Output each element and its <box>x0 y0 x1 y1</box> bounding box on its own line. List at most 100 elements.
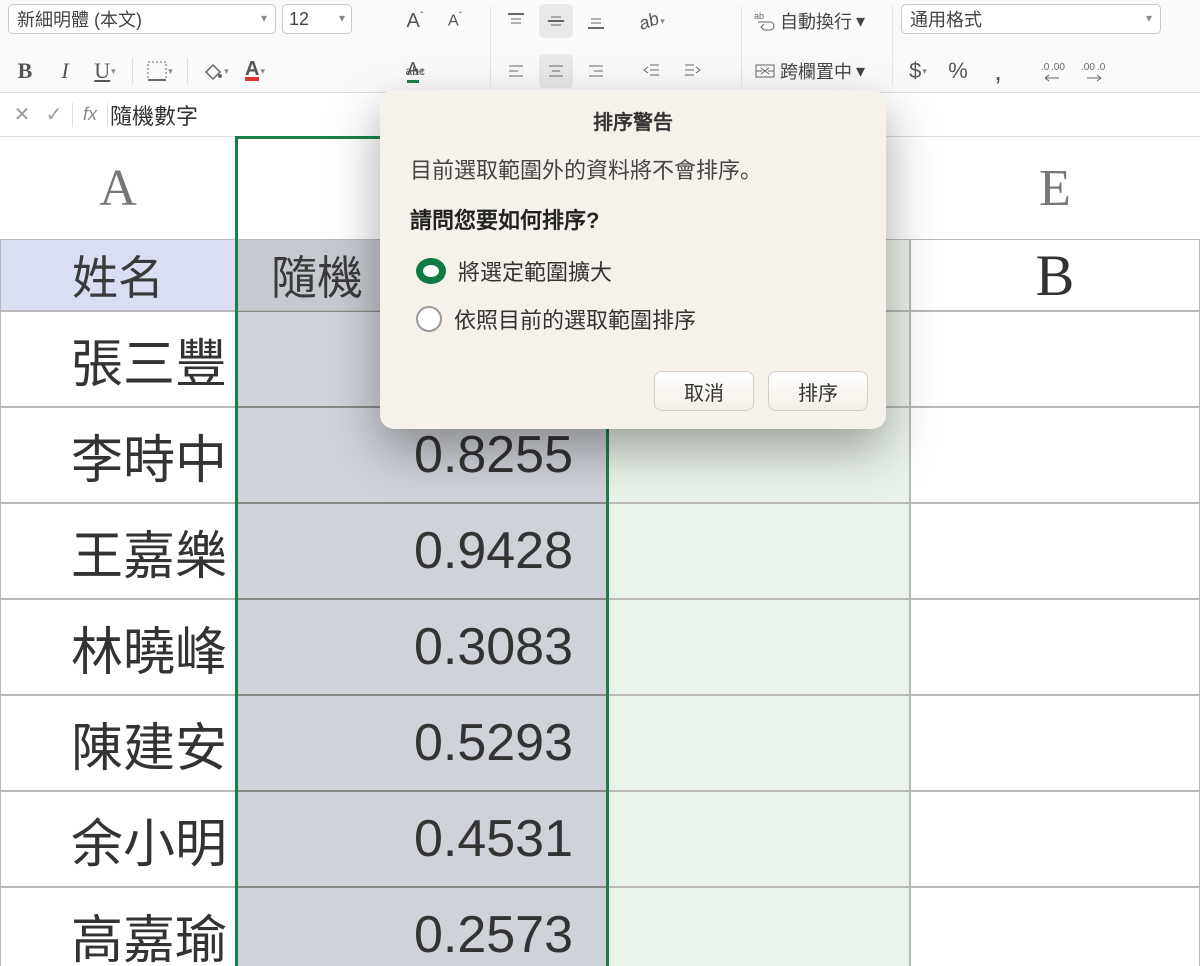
chevron-down-icon: ▾ <box>253 11 267 25</box>
accept-formula-button[interactable]: ✓ <box>38 102 70 127</box>
number-format-select[interactable]: 通用格式 ▾ <box>901 4 1161 34</box>
radio-expand-selection[interactable]: 將選定範圍擴大 <box>410 255 856 287</box>
align-left-button[interactable] <box>499 54 533 88</box>
chevron-down-icon: ▾ <box>331 11 345 25</box>
decrease-decimal-button[interactable]: .00.0 <box>1077 54 1111 88</box>
align-center-icon <box>546 61 566 81</box>
align-bottom-icon <box>586 11 606 31</box>
chevron-down-icon: ▾ <box>1138 11 1152 25</box>
currency-button[interactable]: $▾ <box>901 54 935 88</box>
cell-E6[interactable] <box>910 695 1200 791</box>
radio-current-selection[interactable]: 依照目前的選取範圍排序 <box>410 303 856 335</box>
increase-indent-button[interactable] <box>675 54 709 88</box>
align-left-icon <box>506 61 526 81</box>
cell-A4[interactable]: 王嘉樂 <box>0 503 236 599</box>
fx-icon[interactable]: fx <box>83 104 97 125</box>
wrap-text-icon: ab <box>754 10 776 32</box>
sort-button[interactable]: 排序 <box>768 371 868 411</box>
radio-unselected-icon <box>416 306 442 332</box>
align-bottom-button[interactable] <box>579 4 613 38</box>
number-format-value: 通用格式 <box>910 6 982 32</box>
cell-E3[interactable] <box>910 407 1200 503</box>
cell-B5[interactable]: 0.3083 <box>236 599 608 695</box>
align-right-button[interactable] <box>579 54 613 88</box>
bold-button[interactable]: B <box>8 54 42 88</box>
svg-text:.00: .00 <box>1081 62 1095 73</box>
cell-E2[interactable] <box>910 311 1200 407</box>
col-header-E[interactable]: E <box>910 137 1200 239</box>
fill-color-button[interactable]: ▾ <box>198 54 232 88</box>
decrease-decimal-icon: .00.0 <box>1081 60 1107 82</box>
decrease-font-button[interactable]: Aˇ <box>438 4 472 38</box>
font-name-value: 新細明體 (本文) <box>17 6 142 32</box>
font-color-button[interactable]: A▾ <box>238 54 272 88</box>
indent-icon <box>682 61 702 81</box>
formula-bar-value[interactable]: 隨機數字 <box>110 99 198 131</box>
dialog-message: 目前選取範圍外的資料將不會排序。 <box>410 153 856 185</box>
cell-E4[interactable] <box>910 503 1200 599</box>
align-top-button[interactable] <box>499 4 533 38</box>
orientation-button[interactable]: ab▾ <box>635 4 669 38</box>
svg-text:.00: .00 <box>1051 62 1065 73</box>
cell-E5[interactable] <box>910 599 1200 695</box>
cell-A3[interactable]: 李時中 <box>0 407 236 503</box>
cell-A5[interactable]: 林曉峰 <box>0 599 236 695</box>
merge-center-label: 跨欄置中 <box>780 58 852 84</box>
cell-B7[interactable]: 0.4531 <box>236 791 608 887</box>
cell-E7[interactable] <box>910 791 1200 887</box>
outdent-icon <box>642 61 662 81</box>
dialog-title: 排序警告 <box>380 90 886 145</box>
border-icon <box>147 61 167 81</box>
font-size-value: 12 <box>289 9 309 30</box>
ribbon: 新細明體 (本文) ▾ 12 ▾ B I U▾ ▾ ▾ <box>0 0 1200 93</box>
font-size-select[interactable]: 12 ▾ <box>282 4 352 34</box>
merge-center-button[interactable]: 跨欄置中▾ <box>750 54 884 88</box>
cell-A6[interactable]: 陳建安 <box>0 695 236 791</box>
cell-C4[interactable] <box>608 503 910 599</box>
cell-A7[interactable]: 余小明 <box>0 791 236 887</box>
merge-icon <box>754 60 776 82</box>
cancel-formula-button[interactable]: ✕ <box>6 102 38 127</box>
cell-A2[interactable]: 張三豐 <box>0 311 236 407</box>
wrap-text-label: 自動換行 <box>780 8 852 34</box>
svg-text:.0: .0 <box>1041 62 1050 73</box>
paint-bucket-icon <box>201 60 223 82</box>
cell-A1[interactable]: 姓名 <box>0 239 236 311</box>
align-top-icon <box>506 11 526 31</box>
cell-C6[interactable] <box>608 695 910 791</box>
increase-decimal-icon: .0.00 <box>1041 60 1067 82</box>
italic-button[interactable]: I <box>48 54 82 88</box>
svg-text:.0: .0 <box>1097 62 1106 73</box>
cell-E1[interactable]: B <box>910 239 1200 311</box>
underline-button[interactable]: U▾ <box>88 54 122 88</box>
increase-decimal-button[interactable]: .0.00 <box>1037 54 1071 88</box>
align-middle-icon <box>546 11 566 31</box>
cell-C7[interactable] <box>608 791 910 887</box>
radio-current-label: 依照目前的選取範圍排序 <box>454 303 696 335</box>
wrap-text-button[interactable]: ab 自動換行▾ <box>750 4 884 38</box>
svg-text:ab: ab <box>754 11 764 21</box>
col-header-A[interactable]: A <box>0 137 236 239</box>
phonetic-button[interactable]: abcA▾ <box>398 54 432 88</box>
align-middle-button[interactable] <box>539 4 573 38</box>
decrease-indent-button[interactable] <box>635 54 669 88</box>
dialog-question: 請問您要如何排序? <box>410 203 856 235</box>
sort-warning-dialog: 排序警告 目前選取範圍外的資料將不會排序。 請問您要如何排序? 將選定範圍擴大 … <box>380 90 886 429</box>
cell-E8[interactable] <box>910 887 1200 966</box>
align-center-button[interactable] <box>539 54 573 88</box>
increase-font-button[interactable]: Aˆ <box>398 4 432 38</box>
cell-C8[interactable] <box>608 887 910 966</box>
border-button[interactable]: ▾ <box>143 54 177 88</box>
cell-B8[interactable]: 0.2573 <box>236 887 608 966</box>
cell-B6[interactable]: 0.5293 <box>236 695 608 791</box>
comma-button[interactable]: , <box>981 54 1015 88</box>
align-right-icon <box>586 61 606 81</box>
cancel-button[interactable]: 取消 <box>654 371 754 411</box>
radio-selected-icon <box>416 258 446 284</box>
cell-C5[interactable] <box>608 599 910 695</box>
cell-B4[interactable]: 0.9428 <box>236 503 608 599</box>
cell-A8[interactable]: 高嘉瑜 <box>0 887 236 966</box>
radio-expand-label: 將選定範圍擴大 <box>458 255 612 287</box>
font-name-select[interactable]: 新細明體 (本文) ▾ <box>8 4 276 34</box>
percent-button[interactable]: % <box>941 54 975 88</box>
